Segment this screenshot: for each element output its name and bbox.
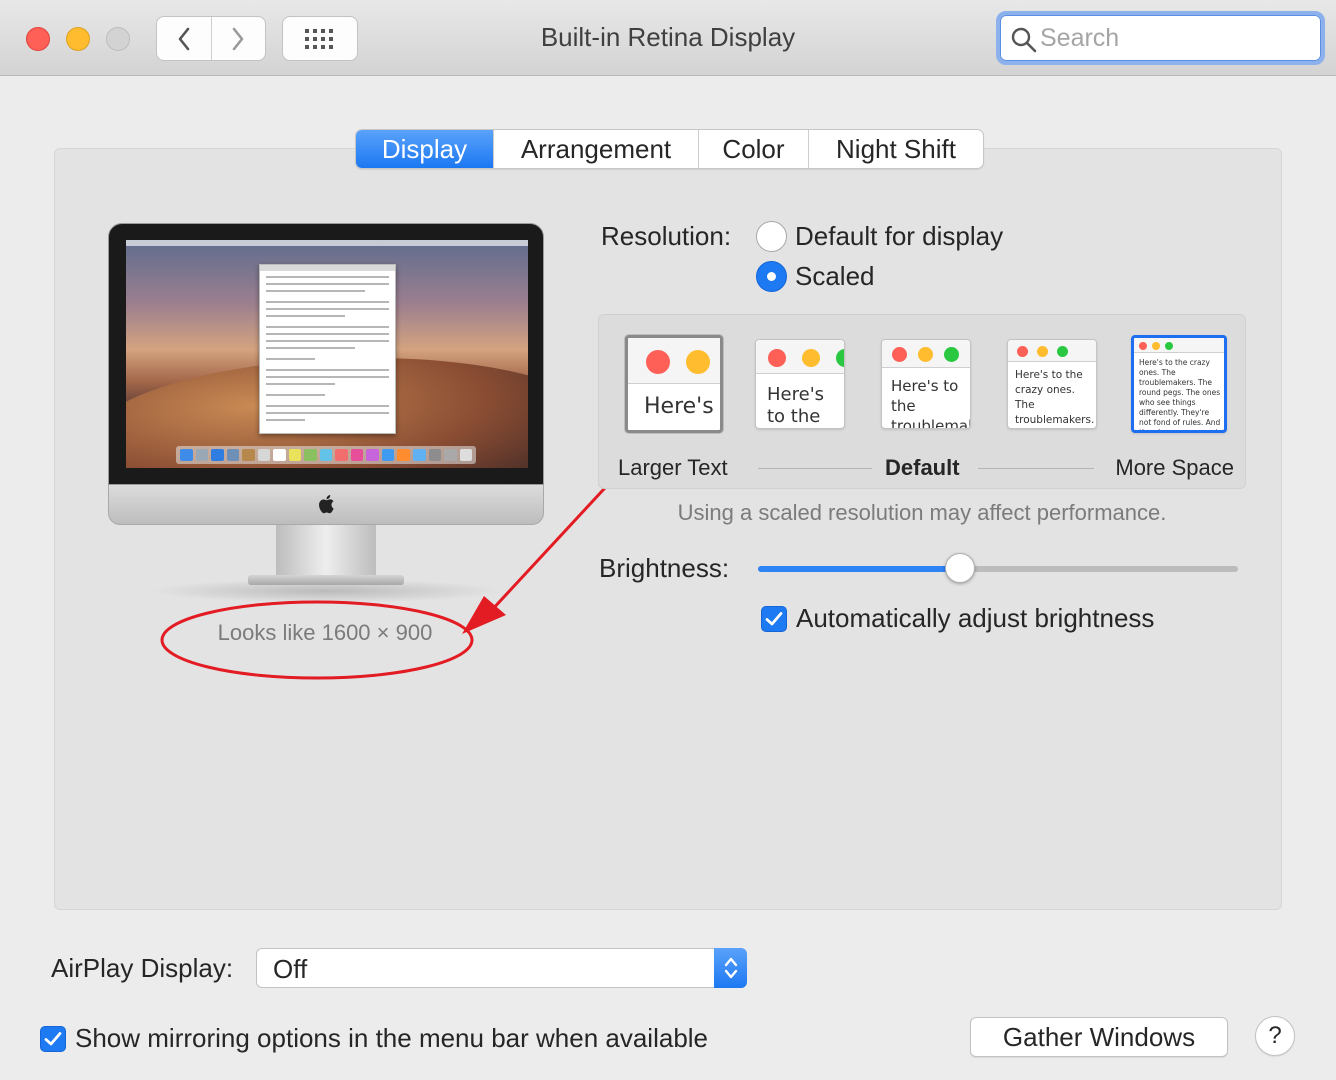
- tab-arrangement[interactable]: Arrangement: [493, 130, 698, 168]
- more-space-label: More Space: [1115, 455, 1234, 480]
- thumb-titlebar: [628, 338, 720, 384]
- search-icon: [1011, 27, 1037, 53]
- display-preview-image: [108, 223, 544, 603]
- red-dot-icon: [646, 350, 670, 374]
- preview-menubar: [126, 240, 528, 246]
- zoom-window-button[interactable]: [106, 27, 130, 51]
- radio-button[interactable]: [756, 221, 787, 252]
- airplay-display-select[interactable]: Off: [256, 948, 747, 988]
- radio-label: Default for display: [795, 221, 1004, 251]
- gather-windows-button[interactable]: Gather Windows: [970, 1017, 1228, 1057]
- scale-divider-left: [758, 468, 872, 469]
- chevron-left-icon: [178, 27, 190, 50]
- tab-night-shift[interactable]: Night Shift: [808, 130, 983, 168]
- navigation-buttons: [156, 16, 266, 61]
- yellow-dot-icon: [918, 347, 933, 362]
- auto-brightness-label: Automatically adjust brightness: [796, 603, 1155, 633]
- preview-document-window: [259, 264, 396, 434]
- scale-option-2[interactable]: Here's to the troublemakers: [755, 339, 845, 429]
- checkmark-icon: [765, 611, 783, 625]
- thumb-sample-text: Here's to the troublemakers: [767, 384, 825, 427]
- radio-button-selected[interactable]: [756, 261, 787, 292]
- imac-foot: [248, 575, 404, 585]
- tab-bar: Display Arrangement Color Night Shift: [355, 129, 984, 169]
- thumb-sample-text: Here's to the crazy ones. The troublemak…: [1139, 358, 1221, 433]
- default-label: Default: [885, 455, 960, 480]
- thumb-titlebar: [1008, 340, 1096, 362]
- yellow-dot-icon: [1037, 346, 1048, 357]
- scale-option-default[interactable]: Here's to the troublemakers. The ones wh…: [881, 339, 971, 429]
- brightness-slider-knob[interactable]: [944, 553, 975, 583]
- apple-logo-icon: [319, 495, 334, 514]
- scale-labels: Larger Text Default More Space: [618, 455, 1234, 485]
- back-button[interactable]: [157, 17, 211, 60]
- checkmark-icon: [44, 1031, 62, 1045]
- green-dot-icon: [836, 349, 844, 367]
- yellow-dot-icon: [802, 349, 820, 367]
- scale-divider-right: [978, 468, 1094, 469]
- scale-option-larger-text[interactable]: Here's: [625, 335, 723, 433]
- show-all-button[interactable]: [282, 16, 358, 61]
- green-dot-icon: [1057, 346, 1068, 357]
- mirroring-checkbox[interactable]: [40, 1025, 66, 1052]
- preview-dock: [176, 446, 476, 464]
- yellow-dot-icon: [1152, 342, 1160, 350]
- scale-option-4[interactable]: Here's to the crazy ones. The troublemak…: [1007, 339, 1097, 429]
- title-bar: Built-in Retina Display: [0, 0, 1336, 76]
- radio-scaled[interactable]: Scaled: [756, 261, 875, 292]
- thumb-titlebar: [756, 340, 844, 374]
- radio-default-for-display[interactable]: Default for display: [756, 221, 1003, 252]
- red-dot-icon: [768, 349, 786, 367]
- forward-button[interactable]: [210, 17, 266, 60]
- brightness-label: Brightness:: [599, 553, 730, 583]
- help-button[interactable]: ?: [1255, 1016, 1295, 1056]
- scale-option-more-space[interactable]: Here's to the crazy ones. The troublemak…: [1131, 335, 1227, 433]
- brightness-slider[interactable]: [758, 553, 1238, 583]
- thumb-titlebar: [1134, 338, 1224, 353]
- desktop-wallpaper: [126, 240, 528, 468]
- mirroring-label: Show mirroring options in the menu bar w…: [75, 1023, 709, 1053]
- red-dot-icon: [1017, 346, 1028, 357]
- looks-like-resolution: Looks like 1600 × 900: [217, 620, 433, 645]
- brightness-slider-fill: [758, 566, 960, 572]
- imac-chin: [108, 485, 544, 525]
- close-window-button[interactable]: [26, 27, 50, 51]
- airplay-display-value: Off: [273, 954, 308, 984]
- performance-note: Using a scaled resolution may affect per…: [677, 500, 1167, 525]
- tab-color[interactable]: Color: [698, 130, 808, 168]
- thumb-titlebar: [882, 340, 970, 368]
- larger-text-label: Larger Text: [618, 455, 728, 480]
- thumb-sample-text: Here's: [644, 394, 714, 419]
- airplay-display-label: AirPlay Display:: [51, 953, 234, 983]
- red-dot-icon: [1139, 342, 1147, 350]
- imac-stand: [276, 525, 376, 581]
- updown-arrows-icon: [714, 948, 747, 988]
- tab-display[interactable]: Display: [356, 130, 493, 168]
- chevron-right-icon: [232, 27, 244, 50]
- thumb-sample-text: Here's to the crazy ones. The troublemak…: [1015, 369, 1095, 426]
- auto-brightness-checkbox-row[interactable]: Automatically adjust brightness: [761, 603, 1154, 634]
- auto-brightness-checkbox[interactable]: [761, 605, 787, 632]
- green-dot-icon: [944, 347, 959, 362]
- resolution-label: Resolution:: [601, 221, 732, 251]
- minimize-window-button[interactable]: [66, 27, 90, 51]
- grid-icon: [305, 28, 333, 49]
- radio-label: Scaled: [795, 261, 875, 291]
- search-field[interactable]: [996, 11, 1325, 65]
- thumb-sample-text: Here's to the troublemakers. The ones wh…: [891, 377, 970, 429]
- search-input[interactable]: [1040, 21, 1310, 55]
- mirroring-checkbox-row[interactable]: Show mirroring options in the menu bar w…: [40, 1023, 708, 1054]
- red-dot-icon: [892, 347, 907, 362]
- screen-bezel: [108, 223, 544, 485]
- window-title: Built-in Retina Display: [540, 22, 796, 52]
- yellow-dot-icon: [686, 350, 710, 374]
- green-dot-icon: [1165, 342, 1173, 350]
